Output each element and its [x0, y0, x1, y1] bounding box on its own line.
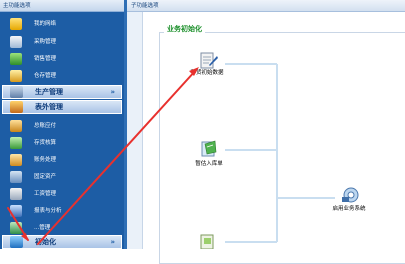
sidebar-item-ledger[interactable]: 总账应付 — [2, 118, 122, 134]
sidebar-item-initialization[interactable]: 初始化 » — [2, 235, 122, 249]
next-step-node[interactable] — [197, 234, 217, 250]
sidebar-section-off-balance[interactable]: 表外管理 — [2, 100, 122, 114]
payroll-icon — [10, 188, 22, 200]
document-edit-icon — [200, 52, 218, 69]
production-icon — [10, 86, 23, 98]
sidebar-item-payroll[interactable]: 工资管理 — [2, 186, 122, 202]
accounting-icon — [10, 154, 22, 166]
sidebar-item-warehouse[interactable]: 仓存管理 — [2, 68, 122, 84]
users-icon — [10, 101, 23, 113]
sidebar-item-my-network[interactable]: 我的网络 — [2, 16, 122, 32]
inventory-init-node[interactable] — [197, 52, 219, 70]
sidebar-item-accounting[interactable]: 账务处理 — [2, 152, 122, 168]
management-icon — [10, 222, 22, 234]
enable-system-node[interactable] — [340, 186, 360, 204]
sidebar-item-purchase[interactable]: 采购管理 — [2, 34, 122, 50]
temp-voucher-node[interactable] — [199, 140, 219, 158]
sidebar-item-management[interactable]: ...管理 — [2, 220, 122, 236]
inventory-init-label[interactable]: 存货初始数据 — [187, 70, 227, 76]
chevron-right-icon: » — [110, 238, 115, 246]
fixed-assets-icon — [10, 171, 22, 183]
initialization-icon — [10, 236, 23, 248]
temp-voucher-label[interactable]: 暂估入库单 — [187, 161, 231, 167]
report-icon — [10, 205, 22, 217]
sub-function-panel: 子功能选项 业务初始化 存货初始数据 暂估入库单 启用业务系统 — [127, 0, 405, 264]
sidebar-section-production[interactable]: 生产管理 » — [2, 85, 122, 99]
sidebar-item-sales[interactable]: 销售管理 — [2, 51, 122, 67]
receipt-icon — [201, 140, 217, 157]
inventory-calc-icon — [10, 137, 22, 149]
ledger-icon — [10, 120, 22, 132]
purchase-icon — [10, 36, 22, 48]
enable-system-label[interactable]: 启用业务系统 — [327, 206, 371, 212]
sidebar-item-fixed-assets[interactable]: 固定资产 — [2, 169, 122, 185]
sales-icon — [10, 53, 22, 65]
sidebar-item-inventory-calc[interactable]: 存货核算 — [2, 135, 122, 151]
gear-globe-icon — [342, 187, 359, 203]
main-function-sidebar: 主功能选项 我的网络 采购管理 销售管理 仓存管理 生产管理 » 表外管理 总账… — [0, 0, 124, 249]
warehouse-icon — [10, 70, 22, 82]
sidebar-title: 主功能选项 — [0, 0, 124, 12]
document-stack-icon — [200, 234, 214, 250]
network-folder-icon — [10, 18, 22, 30]
chevron-right-icon: » — [110, 88, 115, 96]
sidebar-item-report[interactable]: 报表与分析 — [2, 203, 122, 219]
